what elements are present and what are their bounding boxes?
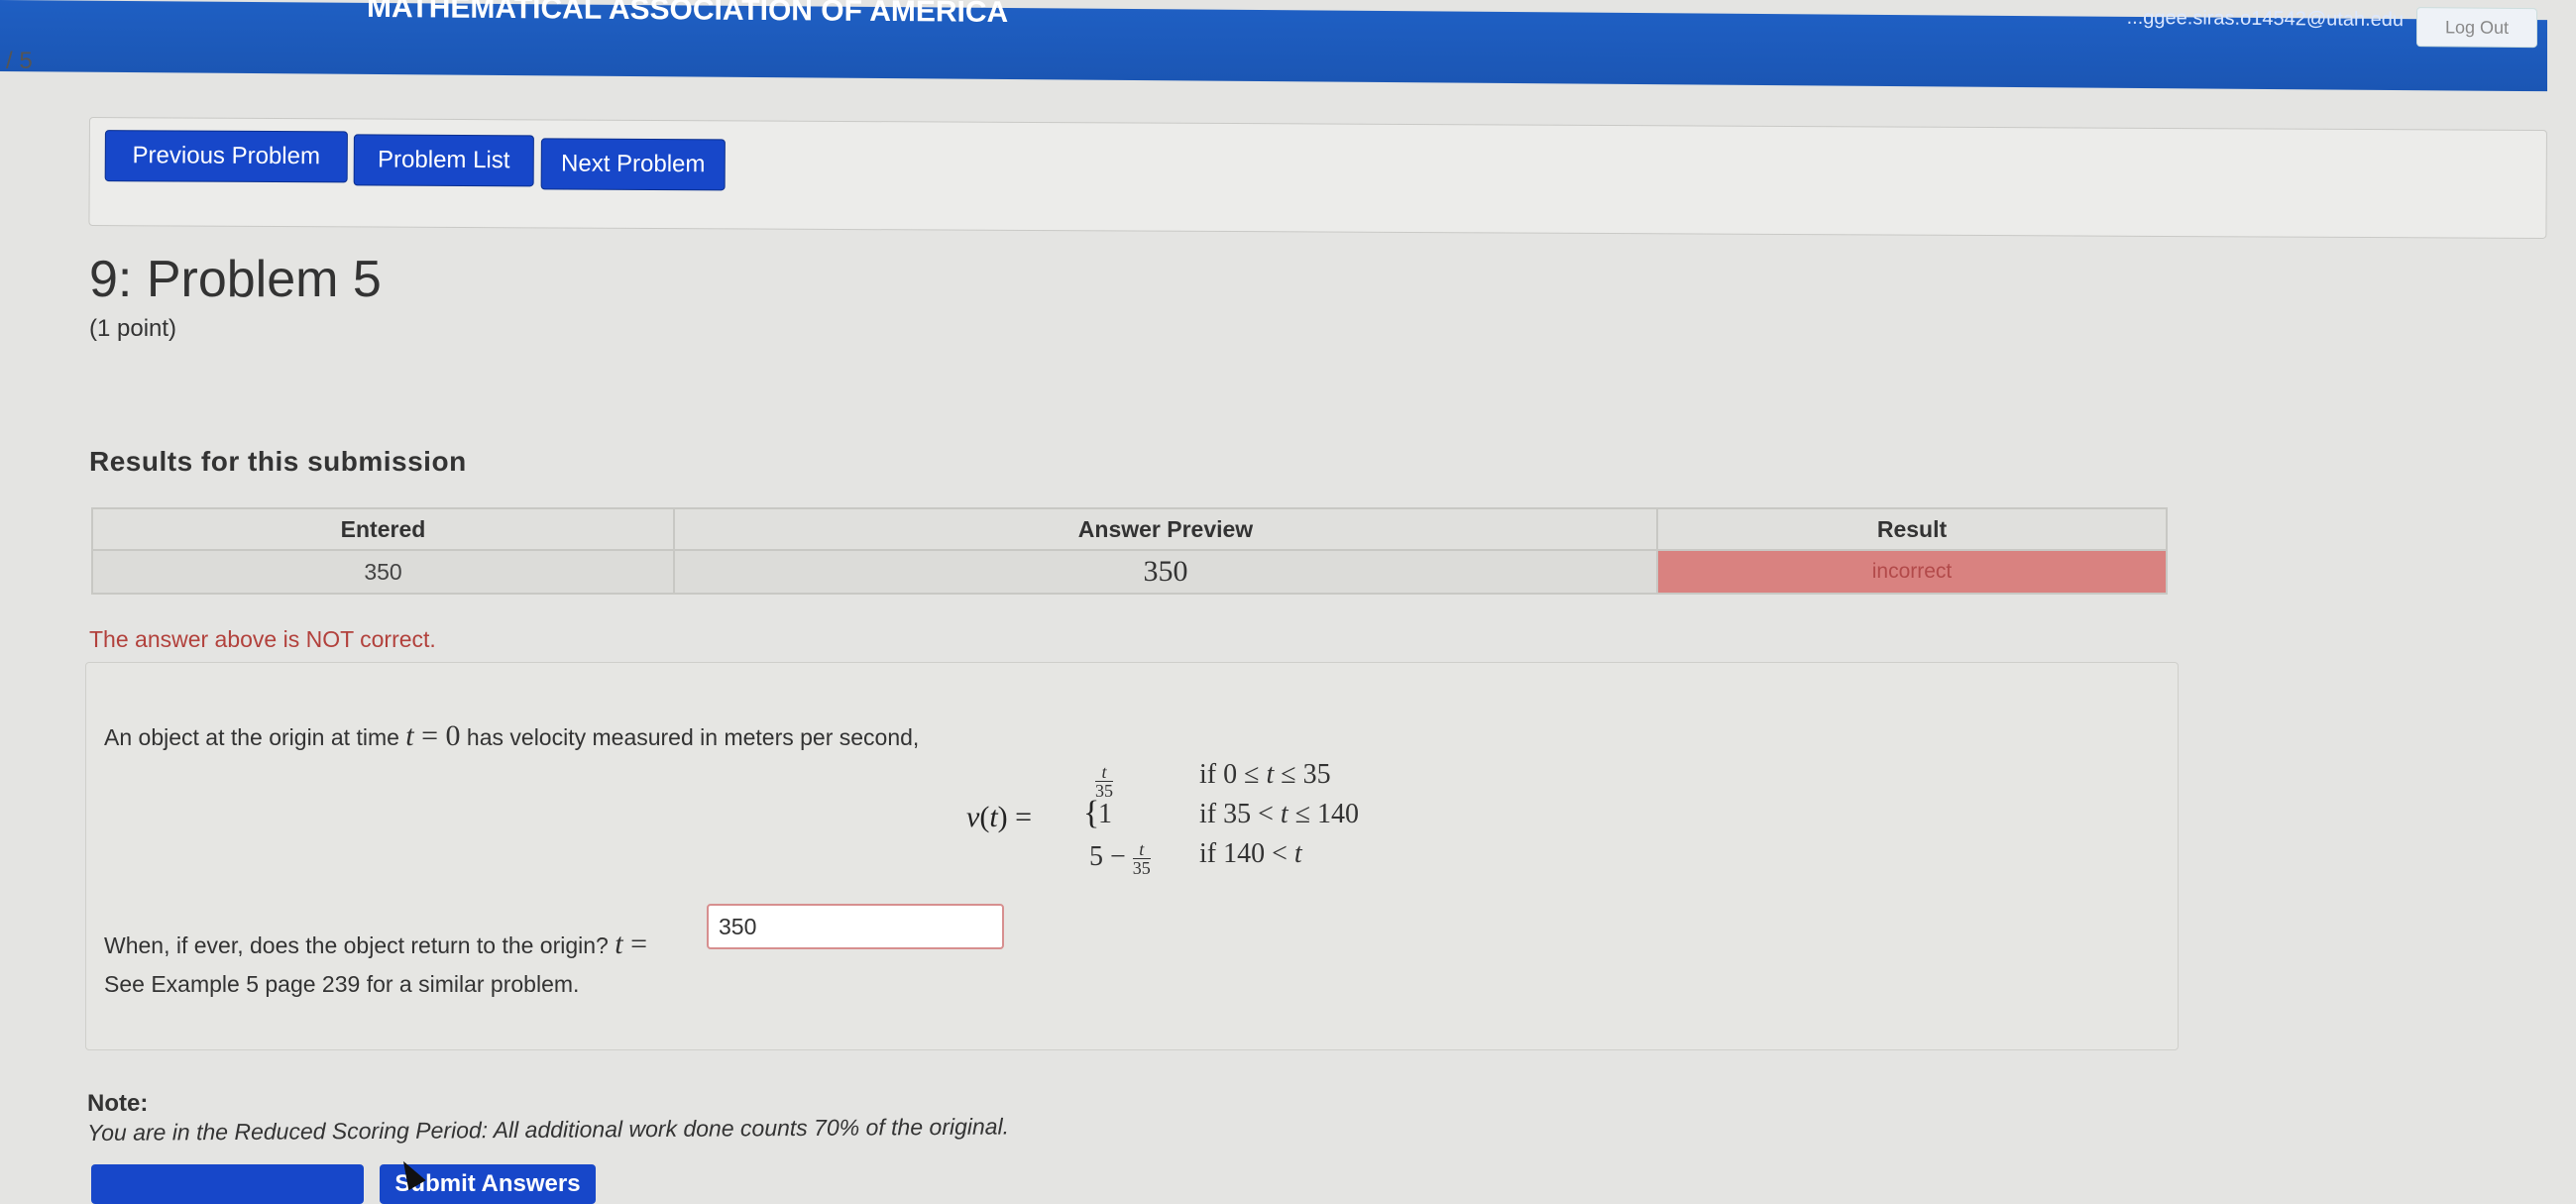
example-reference: See Example 5 page 239 for a similar pro… xyxy=(104,971,580,997)
intro-text-a: An object at the origin at time xyxy=(104,724,399,750)
logout-button[interactable]: Log Out xyxy=(2416,7,2537,49)
table-row: 350 350 incorrect xyxy=(91,549,2168,595)
result-cell: incorrect xyxy=(1656,549,2168,595)
case-3-expression: 5 − t 35 xyxy=(1089,839,1151,878)
table-header-row: Entered Answer Preview Result xyxy=(91,507,2168,551)
intro-text-b: has velocity measured in meters per seco… xyxy=(460,724,920,750)
case-1-condition: if 0 ≤ t ≤ 35 xyxy=(1199,759,1331,790)
top-banner: MATHEMATICAL ASSOCIATION OF AMERICA ...g… xyxy=(0,0,2547,92)
results-heading: Results for this submission xyxy=(89,446,467,477)
case-2-condition: if 35 < t ≤ 140 xyxy=(1199,799,1360,829)
preview-answers-button[interactable] xyxy=(91,1164,364,1204)
answer-question: When, if ever, does the object return to… xyxy=(104,928,647,961)
page-indicator: / 5 xyxy=(6,48,33,74)
next-problem-button[interactable]: Next Problem xyxy=(540,138,726,191)
problem-list-button[interactable]: Problem List xyxy=(353,134,534,187)
intro-equation: = 0 xyxy=(413,719,461,752)
org-name: MATHEMATICAL ASSOCIATION OF AMERICA xyxy=(367,0,1009,29)
column-header-entered: Entered xyxy=(91,507,675,551)
problem-nav-bar: Previous Problem Problem List Next Probl… xyxy=(88,117,2547,239)
piecewise-lhs: v(t) = xyxy=(966,801,1033,833)
question-variable: t xyxy=(615,928,623,960)
previous-problem-button[interactable]: Previous Problem xyxy=(104,130,348,183)
question-text: When, if ever, does the object return to… xyxy=(104,932,609,958)
problem-intro: An object at the origin at time t = 0 ha… xyxy=(104,719,919,753)
intro-variable: t xyxy=(405,719,414,752)
problem-title: 9: Problem 5 xyxy=(89,251,382,308)
question-equals: = xyxy=(622,928,648,960)
problem-points: (1 point) xyxy=(89,315,177,342)
answer-input[interactable] xyxy=(707,904,1004,949)
user-email: ...ggee.siras.o14542@utah.edu xyxy=(2126,6,2404,32)
case-3-condition: if 140 < t xyxy=(1199,838,1302,869)
column-header-result: Result xyxy=(1656,507,2168,551)
column-header-answer-preview: Answer Preview xyxy=(673,507,1658,551)
case-1-expression: t 35 xyxy=(1095,762,1113,801)
not-correct-message: The answer above is NOT correct. xyxy=(89,626,436,652)
case-2-expression: 1 xyxy=(1098,799,1112,829)
note-text: You are in the Reduced Scoring Period: A… xyxy=(87,1113,1010,1146)
note-heading: Note: xyxy=(87,1090,149,1117)
entered-cell: 350 xyxy=(91,549,675,595)
answer-preview-cell: 350 xyxy=(673,549,1658,595)
results-table: Entered Answer Preview Result 350 350 in… xyxy=(91,507,2168,595)
